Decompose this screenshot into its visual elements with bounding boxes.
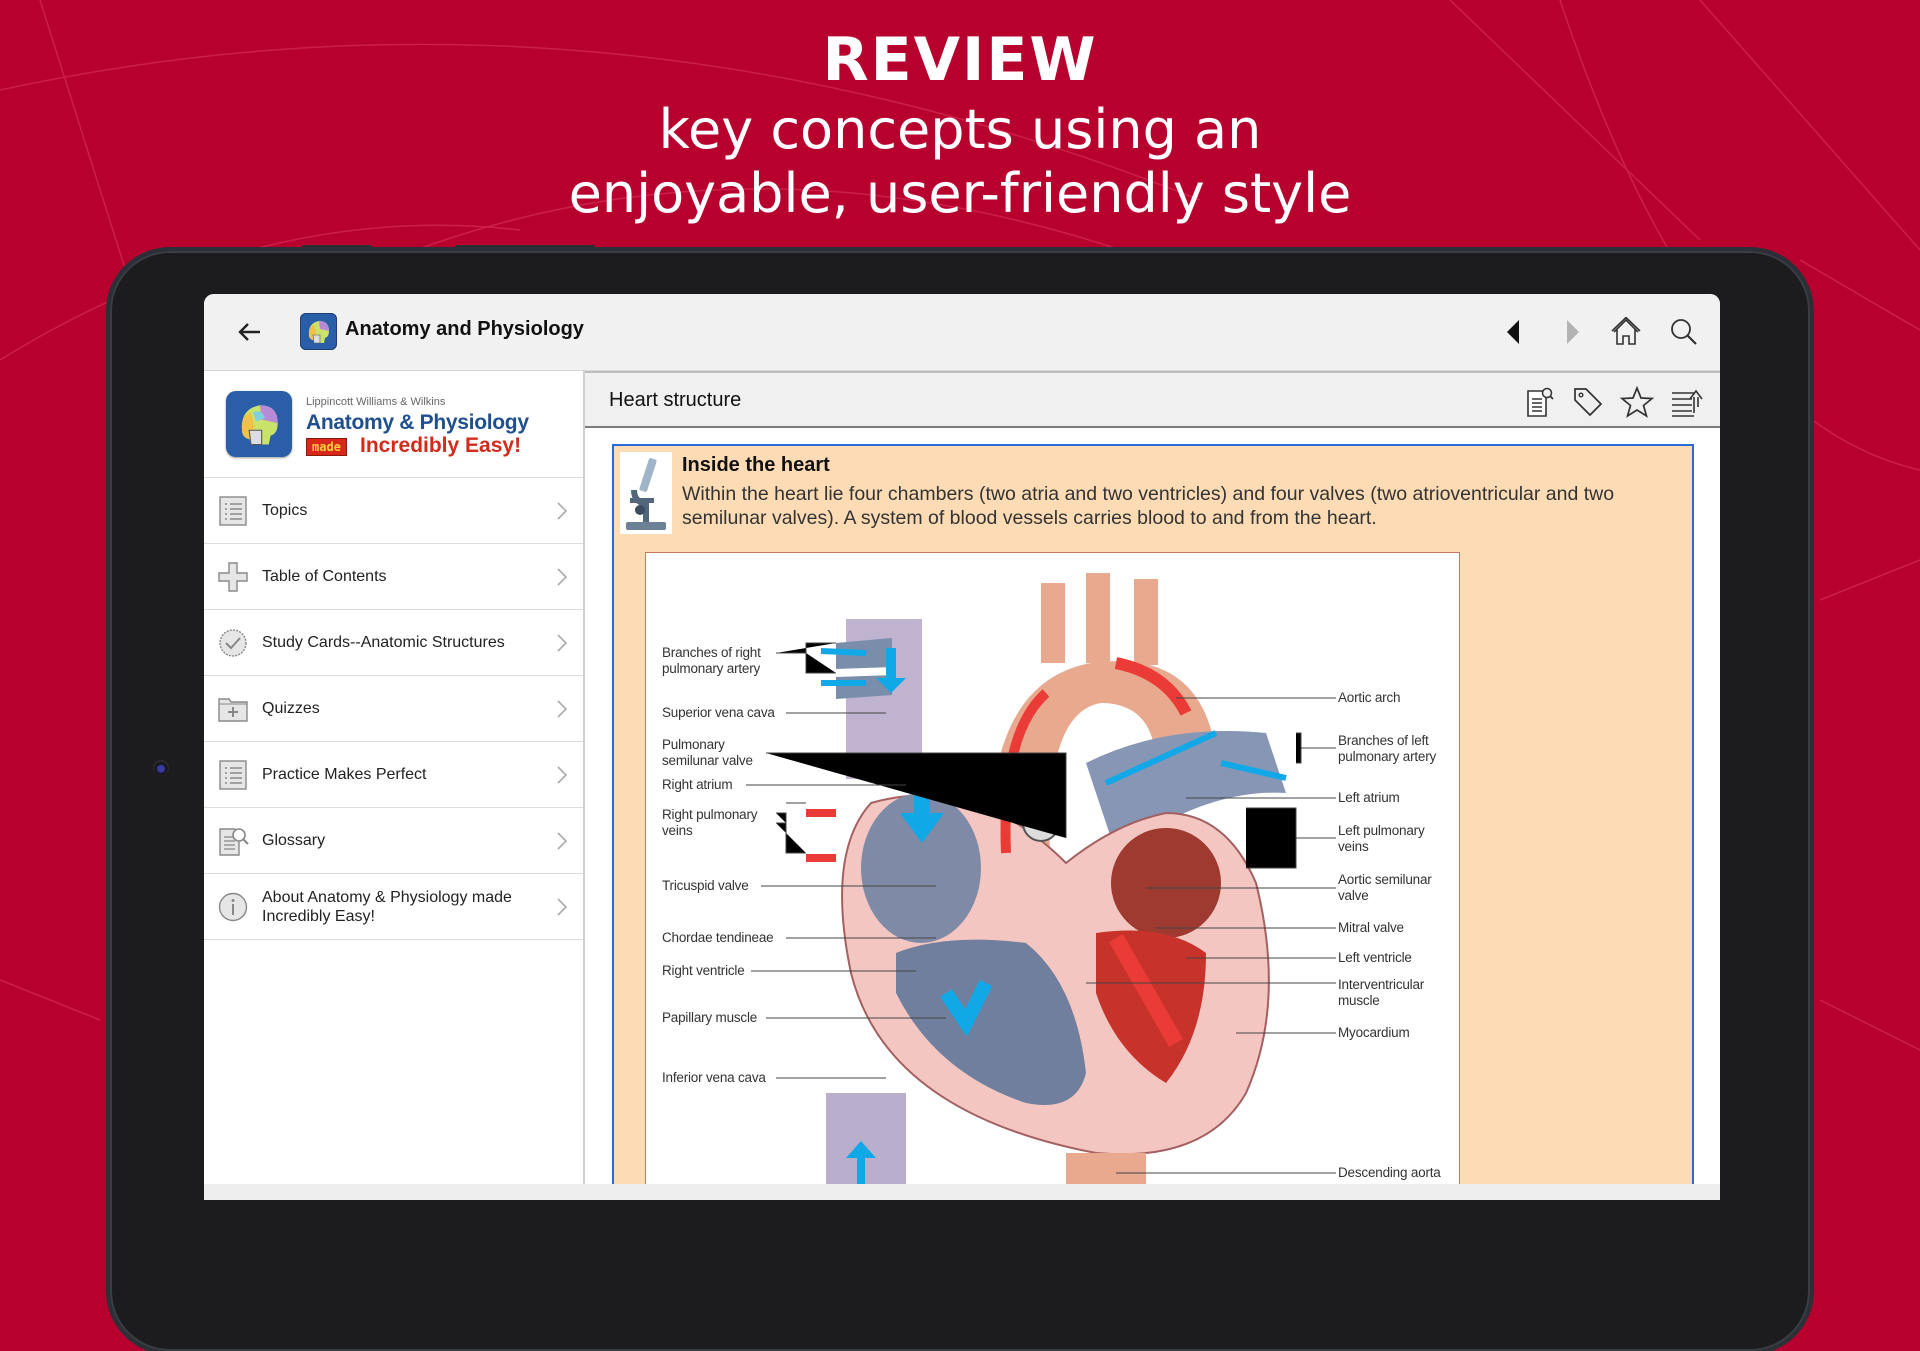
book-title-line2: Incredibly Easy!: [360, 434, 522, 457]
sidebar-item-study-cards[interactable]: Study Cards--Anatomic Structures: [204, 610, 583, 676]
favorite-button[interactable]: [1619, 385, 1655, 419]
chevron-right-icon: [557, 831, 568, 850]
skull-icon: [308, 321, 329, 344]
previous-button[interactable]: [1496, 314, 1532, 350]
sidebar-item-table-of-contents[interactable]: Table of Contents: [204, 544, 583, 610]
star-icon: [1619, 385, 1655, 418]
label-myocardium: Myocardium: [1338, 1025, 1410, 1040]
list-icon: [219, 759, 247, 790]
document-search-icon: [219, 827, 249, 856]
sidebar-item-label: Topics: [262, 502, 308, 519]
list-icon: [219, 495, 247, 526]
promo-headline: REVIEW key concepts using an enjoyable, …: [0, 22, 1920, 226]
sidebar-item-topics[interactable]: Topics: [204, 478, 583, 544]
info-icon: [218, 892, 248, 921]
label-papillary-muscle: Papillary muscle: [662, 1010, 758, 1025]
content-card: Inside the heart Within the heart lie fo…: [612, 444, 1694, 1200]
home-button[interactable]: [1608, 314, 1644, 350]
label-tricuspid-valve: Tricuspid valve: [662, 878, 749, 893]
triangle-left-icon: [1507, 320, 1519, 344]
next-button[interactable]: [1554, 314, 1590, 350]
chevron-right-icon: [557, 765, 568, 784]
back-button[interactable]: [234, 316, 266, 348]
label-right-ventricle: Right ventricle: [662, 963, 745, 978]
check-badge-icon: [219, 628, 247, 657]
cross-icon: [218, 561, 248, 592]
label-aortic-arch: Aortic arch: [1338, 690, 1401, 705]
label-branches-right-pulmonary-artery: Branches of right pulmonary artery: [662, 645, 761, 676]
label-chordae-tendineae: Chordae tendineae: [662, 930, 774, 945]
tablet-camera: [153, 760, 169, 776]
sidebar-item-about[interactable]: About Anatomy & Physiology made Incredib…: [204, 874, 583, 940]
search-icon: [1671, 319, 1697, 345]
chevron-right-icon: [557, 501, 568, 520]
sidebar-item-practice-makes-perfect[interactable]: Practice Makes Perfect: [204, 742, 583, 808]
tag-icon: [1574, 388, 1603, 417]
publisher-name: Lippincott Williams & Wilkins: [306, 396, 446, 408]
chevron-right-icon: [557, 897, 568, 916]
card-title: Inside the heart: [682, 454, 830, 476]
tag-button[interactable]: [1570, 385, 1604, 419]
app-bar: Anatomy and Physiology: [204, 294, 1720, 371]
label-aortic-semilunar-valve: Aortic semilunar valve: [1338, 872, 1432, 903]
folder-plus-icon: [218, 697, 248, 722]
label-inferior-vena-cava: Inferior vena cava: [662, 1070, 766, 1085]
card-body: Within the heart lie four chambers (two …: [682, 483, 1615, 529]
book-title-line1: Anatomy & Physiology: [306, 411, 529, 434]
app-logo: [300, 313, 337, 350]
main-panel: Heart structure Inside the heart Within …: [585, 371, 1720, 1200]
arrow-left-icon: [238, 323, 260, 341]
app-screen: Anatomy and Physiology Lippincott Willia…: [204, 294, 1720, 1200]
heart-diagram: Branches of right pulmonary artery Super…: [645, 552, 1460, 1200]
outline-button[interactable]: [1670, 385, 1704, 419]
sidebar: Lippincott Williams & Wilkins Anatomy & …: [204, 371, 585, 1200]
chevron-right-icon: [557, 567, 568, 586]
section-title: Heart structure: [609, 389, 742, 411]
label-branches-left-pulmonary-artery: Branches of left pulmonary artery: [1338, 733, 1437, 764]
label-left-atrium: Left atrium: [1338, 790, 1400, 805]
sidebar-item-label: Glossary: [262, 832, 326, 849]
label-descending-aorta: Descending aorta: [1338, 1165, 1441, 1180]
label-interventricular-muscle: Interventricular muscle: [1338, 977, 1425, 1008]
card-thumbnail: [620, 452, 672, 534]
book-brand: Lippincott Williams & Wilkins Anatomy & …: [204, 371, 583, 478]
label-left-pulmonary-veins: Left pulmonary veins: [1338, 823, 1425, 854]
sidebar-item-label: Table of Contents: [262, 568, 387, 585]
book-logo: [226, 391, 292, 457]
text-up-arrow-icon: [1672, 389, 1703, 417]
sidebar-item-label: Practice Makes Perfect: [262, 766, 427, 783]
promo-subtitle-line2: enjoyable, user-friendly style: [568, 162, 1352, 225]
sidebar-item-quizzes[interactable]: Quizzes: [204, 676, 583, 742]
document-search-icon: [1527, 387, 1554, 417]
sidebar-item-label: Quizzes: [262, 700, 320, 717]
label-left-ventricle: Left ventricle: [1338, 950, 1412, 965]
promo-subtitle-line1: key concepts using an: [658, 98, 1262, 161]
sidebar-item-label: About Anatomy & Physiology made Incredib…: [262, 888, 512, 925]
made-badge: made: [306, 438, 347, 456]
chevron-right-icon: [557, 633, 568, 652]
label-mitral-valve: Mitral valve: [1338, 920, 1404, 935]
label-right-pulmonary-veins: Right pulmonary veins: [662, 807, 758, 838]
sidebar-item-glossary[interactable]: Glossary: [204, 808, 583, 874]
notes-button[interactable]: [1522, 385, 1556, 419]
label-superior-vena-cava: Superior vena cava: [662, 705, 775, 720]
bottom-bar: [204, 1184, 1720, 1200]
search-button[interactable]: [1666, 314, 1702, 350]
sidebar-menu: Topics Table of Contents Study Cards--An…: [204, 478, 583, 940]
triangle-right-icon: [1567, 320, 1579, 344]
sidebar-item-label: Study Cards--Anatomic Structures: [262, 634, 505, 651]
label-pulmonary-semilunar-valve: Pulmonary semilunar valve: [662, 737, 753, 768]
chevron-right-icon: [557, 699, 568, 718]
section-header: Heart structure: [585, 371, 1720, 428]
promo-title: REVIEW: [822, 25, 1098, 95]
label-right-atrium: Right atrium: [662, 777, 733, 792]
home-icon: [1611, 317, 1641, 345]
skull-icon: [241, 405, 278, 446]
microscope-icon: [626, 458, 666, 530]
app-title: Anatomy and Physiology: [345, 318, 584, 340]
